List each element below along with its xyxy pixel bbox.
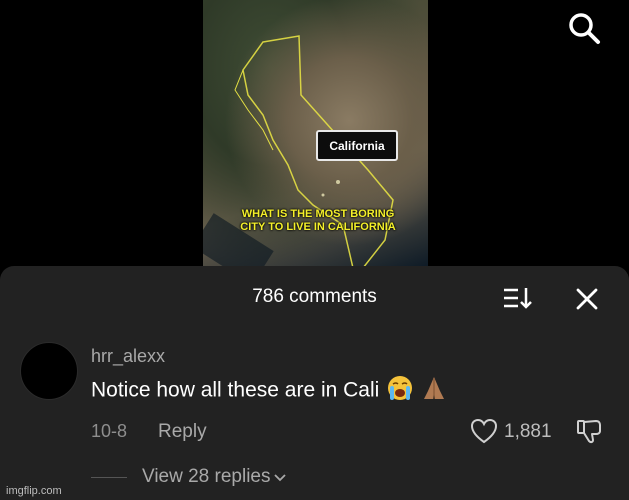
replies-divider: [91, 477, 127, 478]
sort-icon[interactable]: [502, 286, 532, 310]
search-icon[interactable]: [566, 10, 602, 46]
caption-line-2: CITY TO LIVE IN CALIFORNIA: [240, 221, 396, 233]
crying-face-emoji-icon: [388, 376, 413, 400]
comment-body: Notice how all these are in Cali: [91, 376, 447, 404]
comments-count-title: 786 comments: [252, 286, 377, 307]
video-player[interactable]: California WHAT IS THE MOST BORING CITY …: [0, 0, 629, 268]
reply-button[interactable]: Reply: [158, 421, 207, 443]
comment-text: Notice how all these are in Cali: [91, 378, 380, 402]
heart-icon[interactable]: [470, 418, 498, 444]
video-caption: WHAT IS THE MOST BORING CITY TO LIVE IN …: [218, 208, 418, 234]
view-replies-button[interactable]: View 28 replies: [142, 466, 287, 488]
like-count: 1,881: [504, 421, 552, 442]
avatar[interactable]: [20, 342, 78, 400]
comments-sheet: 786 comments hrr_alexx Notice how all th…: [0, 266, 629, 500]
map-label-california: California: [316, 130, 398, 161]
california-map-image: California WHAT IS THE MOST BORING CITY …: [203, 0, 428, 268]
close-icon[interactable]: [574, 286, 600, 312]
watermark: imgflip.com: [6, 485, 62, 497]
comment-date: 10-8: [91, 421, 128, 441]
comment-username[interactable]: hrr_alexx: [91, 346, 165, 367]
folded-hands-emoji-icon: [424, 377, 445, 399]
caption-line-1: WHAT IS THE MOST BORING: [241, 208, 395, 220]
thumbs-down-icon[interactable]: [576, 417, 604, 445]
chevron-down-icon: [273, 474, 286, 482]
view-replies-label: View 28 replies: [142, 466, 271, 487]
